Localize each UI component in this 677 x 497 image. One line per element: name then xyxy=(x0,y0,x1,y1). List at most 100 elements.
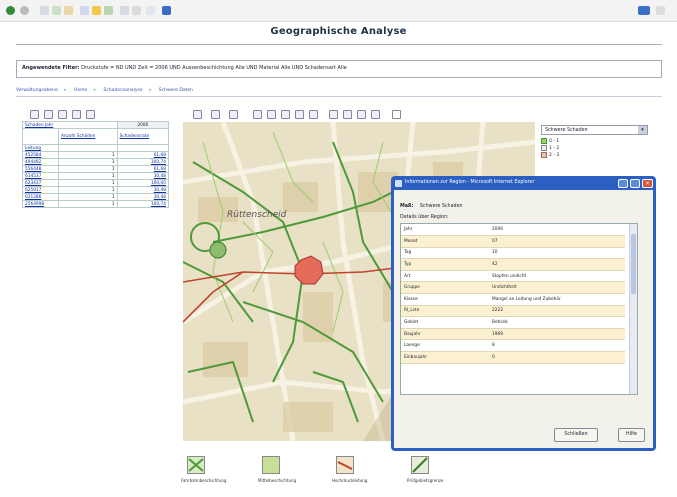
row-rate[interactable]: 30,48 xyxy=(116,193,170,201)
detail-value: 2222 xyxy=(489,305,625,318)
search-icon[interactable] xyxy=(80,6,89,15)
filter-label: Angewendete Filter: xyxy=(22,65,80,71)
row-id[interactable]: 623437 xyxy=(25,181,41,186)
zoom-out-icon[interactable] xyxy=(211,110,220,119)
full-extent-icon[interactable] xyxy=(229,110,238,119)
table-row[interactable]: 631286 1 30,48 xyxy=(22,193,170,201)
identify-icon[interactable] xyxy=(267,110,276,119)
measure-icon[interactable] xyxy=(281,110,290,119)
legend-item: 0 - 1 xyxy=(541,138,653,144)
column-header-year[interactable]: Schaden Jahr xyxy=(25,123,53,128)
layer-icon[interactable] xyxy=(329,110,338,119)
checkmark-icon[interactable] xyxy=(392,110,401,119)
layer-icon[interactable] xyxy=(371,110,380,119)
stop-icon[interactable] xyxy=(40,6,49,15)
close-icon[interactable]: × xyxy=(642,179,653,188)
select-icon[interactable] xyxy=(295,110,304,119)
menu-icon[interactable] xyxy=(656,6,665,15)
close-button[interactable]: Schließen xyxy=(554,428,598,442)
layer-icon[interactable] xyxy=(343,110,352,119)
detail-key: Baujahr xyxy=(401,328,489,341)
region-info-dialog: Informationen zur Region - Microsoft Int… xyxy=(391,176,656,451)
row-rate[interactable]: 100,74 xyxy=(116,158,170,166)
breadcrumb-item[interactable]: Schwere Daten xyxy=(159,88,193,93)
page-title: Geographische Analyse xyxy=(270,26,407,37)
detail-row: Jahr 2006 xyxy=(401,224,625,237)
pan-icon[interactable] xyxy=(253,110,262,119)
detail-row: Gebiet Betrieb xyxy=(401,316,625,329)
detail-value: 0 xyxy=(489,351,625,364)
edit-icon[interactable] xyxy=(146,6,155,15)
legend-label: Fahrbahnbeschichtung xyxy=(181,478,227,483)
detail-row: Typ 42 xyxy=(401,258,625,271)
history-icon[interactable] xyxy=(104,6,113,15)
home-icon[interactable] xyxy=(64,6,73,15)
breadcrumb-item[interactable]: Schadensanalyse xyxy=(103,88,142,93)
minimize-icon[interactable] xyxy=(618,179,628,188)
maximize-icon[interactable] xyxy=(630,179,640,188)
detail-row: Tag 10 xyxy=(401,247,625,260)
row-id[interactable]: 494492 xyxy=(25,160,41,165)
row-rate[interactable]: 61,68 xyxy=(116,165,170,173)
layer-select[interactable]: Schwere Schaden ▾ xyxy=(541,125,648,135)
table-row[interactable]: 556448 1 61,68 xyxy=(22,165,170,173)
table-row[interactable]: 623437 1 100,00 xyxy=(22,179,170,187)
details-list[interactable]: Jahr 2006 Monat 07 Tag 10 Typ 42 Art Stopfen … xyxy=(400,223,638,395)
layer-icon[interactable] xyxy=(357,110,366,119)
table-row[interactable]: 494492 1 100,74 xyxy=(22,158,170,166)
detail-key: Typ xyxy=(401,258,489,271)
table-row[interactable]: 2564998 1 100,74 xyxy=(22,200,170,208)
print-icon[interactable] xyxy=(132,6,141,15)
legend-swatch-hochdruck xyxy=(336,456,354,474)
print-icon[interactable] xyxy=(30,110,39,119)
messenger-icon[interactable] xyxy=(162,6,171,15)
chevron-down-icon[interactable]: ▾ xyxy=(638,126,647,134)
table-row[interactable]: 625917 1 30,48 xyxy=(22,186,170,194)
breadcrumb-item[interactable]: Home xyxy=(74,88,87,93)
refresh-icon[interactable] xyxy=(52,6,61,15)
row-rate[interactable]: 61,68 xyxy=(116,151,170,159)
column-header-count[interactable]: Anzahl Schäden xyxy=(61,134,95,139)
row-id[interactable]: 625917 xyxy=(25,188,41,193)
info-icon[interactable] xyxy=(86,110,95,119)
table-row[interactable]: 614537 1 30,48 xyxy=(22,172,170,180)
row-id[interactable]: 614537 xyxy=(25,174,41,179)
help-button[interactable]: Hilfe xyxy=(618,428,645,442)
group-label[interactable]: Leitung xyxy=(25,146,41,151)
legend-swatch-pruefgebiet xyxy=(411,456,429,474)
row-id[interactable]: 2564998 xyxy=(25,202,44,207)
scrollbar-thumb[interactable] xyxy=(631,234,636,294)
chart-icon[interactable] xyxy=(58,110,67,119)
clear-icon[interactable] xyxy=(309,110,318,119)
row-rate[interactable]: 30,48 xyxy=(116,186,170,194)
row-count: 1 xyxy=(57,193,118,201)
column-header-rate[interactable]: Schadensrate xyxy=(120,134,150,139)
row-rate[interactable]: 30,48 xyxy=(116,172,170,180)
breadcrumb-item[interactable]: Verwaltungsebene xyxy=(16,88,58,93)
back-icon[interactable] xyxy=(6,6,15,15)
detail-row: Klasse Mangel an Leitung und Zubehör xyxy=(401,293,625,306)
scrollbar[interactable] xyxy=(629,224,637,394)
export-icon[interactable] xyxy=(44,110,53,119)
row-rate[interactable]: 100,74 xyxy=(116,200,170,208)
row-id[interactable]: 556448 xyxy=(25,167,41,172)
row-id[interactable]: 631286 xyxy=(25,195,41,200)
detail-key: Gebiet xyxy=(401,316,489,329)
detail-key: Einbaujahr xyxy=(401,351,489,364)
legend-label: 1 - 2 xyxy=(549,145,560,151)
legend-swatch xyxy=(541,152,547,158)
row-count: 1 xyxy=(57,172,118,180)
detail-key: RI_Lste xyxy=(401,305,489,318)
legend-swatch-fahrbahn xyxy=(187,456,205,474)
forward-icon[interactable] xyxy=(20,6,29,15)
detail-value: 42 xyxy=(489,258,625,271)
favorites-icon[interactable] xyxy=(92,6,101,15)
table-row[interactable]: 452584 1 61,68 xyxy=(22,151,170,159)
row-id[interactable]: 452584 xyxy=(25,153,41,158)
detail-value: Betrieb xyxy=(489,316,625,329)
mail-icon[interactable] xyxy=(120,6,129,15)
row-rate[interactable]: 100,00 xyxy=(116,179,170,187)
zoom-in-icon[interactable] xyxy=(193,110,202,119)
pivot-icon[interactable] xyxy=(72,110,81,119)
legend-label: Prüfgebietsgrenze xyxy=(407,478,444,483)
